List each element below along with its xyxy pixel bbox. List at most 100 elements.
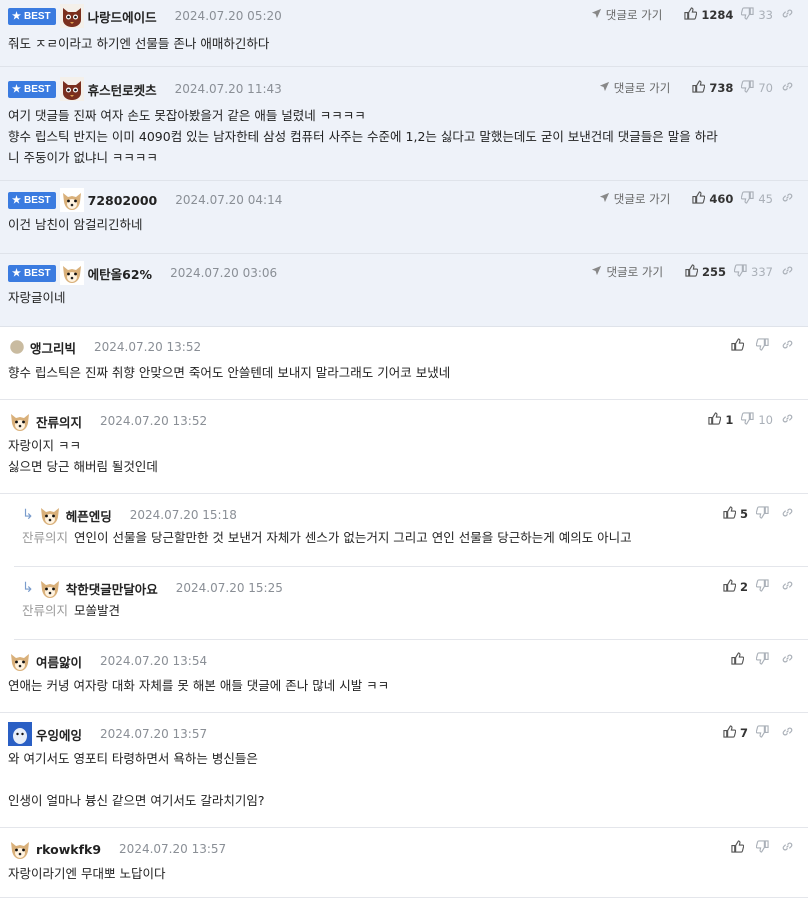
comment-body: 연애는 커녕 여자랑 대화 자체를 못 해본 애들 댓글에 존나 많네 시발 ㅋ… xyxy=(8,675,389,696)
downvote-button[interactable]: 33 xyxy=(741,7,773,23)
comment-text-line: 향수 립스틱 반지는 이미 4090컴 있는 남자한테 삼성 컴퓨터 사주는 수… xyxy=(8,129,718,144)
goto-comment-link[interactable]: 댓글로 가기 xyxy=(599,80,670,96)
reply-arrow-icon: ↳ xyxy=(22,580,34,596)
cat-avatar[interactable] xyxy=(59,77,84,101)
share-link-button[interactable] xyxy=(781,579,798,595)
downvote-button[interactable] xyxy=(755,338,773,354)
share-link-button[interactable] xyxy=(781,264,798,280)
thumbs-down-icon xyxy=(755,338,773,354)
share-link-button[interactable] xyxy=(781,7,798,23)
dog-avatar[interactable] xyxy=(8,837,32,861)
comment-date: 2024.07.20 04:14 xyxy=(175,193,283,207)
goto-comment-link[interactable]: 댓글로 가기 xyxy=(591,7,662,23)
comment-body: 향수 립스틱은 진짜 취향 안맞으면 죽어도 안쓸텐데 보내지 말라그래도 기어… xyxy=(8,362,450,383)
upvote-button[interactable]: 460 xyxy=(692,191,733,207)
downvote-button[interactable] xyxy=(755,506,773,522)
upvote-button[interactable]: 1 xyxy=(708,412,733,428)
star-icon: ★ xyxy=(12,83,21,95)
goto-comment-link[interactable]: 댓글로 가기 xyxy=(591,264,663,280)
nickname[interactable]: 나랑드에이드 xyxy=(88,7,157,26)
comment-list: ★ BEST 나랑드에이드 2024.07.20 05:20 댓글로 가기 1284 33 줘… xyxy=(0,0,808,898)
dot-avatar[interactable] xyxy=(8,338,26,356)
nickname[interactable]: 휴스턴로켓츠 xyxy=(88,80,157,99)
comment-text-line: 싫으면 당근 해버림 될것인데 xyxy=(8,459,158,474)
upvote-count: 1 xyxy=(725,413,734,427)
nickname[interactable]: 잔류의지 xyxy=(36,412,82,431)
comment: 앵그리빅 2024.07.20 13:52 향수 립스틱은 진짜 취향 안맞으면 죽… xyxy=(0,327,808,400)
comment-meta: ↳ 착한댓글만달아요 2024.07.20 15:25 xyxy=(22,576,283,600)
dog-avatar[interactable] xyxy=(59,261,84,285)
comment-text-line: 자랑이라기엔 무대뽀 노답이다 xyxy=(8,866,166,881)
cat-avatar[interactable] xyxy=(59,4,84,28)
comment-text-line: 와 여기서도 영포티 타령하면서 욕하는 병신들은 xyxy=(8,751,258,766)
downvote-button[interactable]: 10 xyxy=(741,412,773,428)
comment-meta: ★ BEST 나랑드에이드 2024.07.20 05:20 xyxy=(8,4,282,28)
upvote-button[interactable] xyxy=(731,652,748,668)
nickname[interactable]: 헤픈엔딩 xyxy=(66,506,112,525)
upvote-button[interactable]: 738 xyxy=(692,80,733,96)
downvote-button[interactable] xyxy=(755,725,773,741)
comment-body: 잔류의지 모쏠발견 xyxy=(22,600,120,621)
thumbs-up-icon xyxy=(692,80,709,96)
goto-comment-link[interactable]: 댓글로 가기 xyxy=(599,191,670,207)
upvote-button[interactable]: 5 xyxy=(723,506,748,522)
comment-meta: 우잉에잉 2024.07.20 13:57 xyxy=(8,722,207,746)
star-icon: ★ xyxy=(12,10,21,22)
star-icon: ★ xyxy=(12,194,21,206)
link-icon xyxy=(781,412,798,428)
downvote-count: 33 xyxy=(758,8,773,22)
downvote-count: 337 xyxy=(751,265,773,279)
downvote-button[interactable] xyxy=(755,579,773,595)
upvote-count: 1284 xyxy=(701,8,734,22)
thumbs-up-icon xyxy=(723,725,740,741)
blue-avatar[interactable] xyxy=(8,722,32,746)
share-link-button[interactable] xyxy=(781,725,798,741)
share-link-button[interactable] xyxy=(781,80,798,96)
upvote-button[interactable]: 7 xyxy=(723,725,748,741)
downvote-button[interactable]: 337 xyxy=(733,264,773,280)
share-link-button[interactable] xyxy=(781,338,798,354)
share-link-button[interactable] xyxy=(781,506,798,522)
nickname[interactable]: rkowkfk9 xyxy=(36,842,101,857)
comment-text-line: 향수 립스틱은 진짜 취향 안맞으면 죽어도 안쓸텐데 보내지 말라그래도 기어… xyxy=(8,365,451,380)
dog-avatar[interactable] xyxy=(8,409,32,433)
comment-meta: ★ BEST 휴스턴로켓츠 2024.07.20 11:43 xyxy=(8,77,282,101)
comment-meta: ↳ 헤픈엔딩 2024.07.20 15:18 xyxy=(22,503,237,527)
mention[interactable]: 잔류의지 xyxy=(22,530,68,545)
upvote-button[interactable] xyxy=(731,840,748,856)
reply-comment: ↳ 헤픈엔딩 2024.07.20 15:18 5 잔류의지 연인이 선물을 당근할만한 … xyxy=(0,494,808,567)
downvote-count: 70 xyxy=(758,81,773,95)
nickname[interactable]: 우잉에잉 xyxy=(36,725,82,744)
upvote-button[interactable]: 255 xyxy=(685,264,726,280)
comment-date: 2024.07.20 05:20 xyxy=(174,9,282,23)
share-link-button[interactable] xyxy=(781,652,798,668)
dog-avatar[interactable] xyxy=(37,503,62,527)
mention[interactable]: 잔류의지 xyxy=(22,603,68,618)
upvote-button[interactable] xyxy=(731,338,748,354)
upvote-count: 7 xyxy=(739,726,748,740)
upvote-button[interactable]: 2 xyxy=(723,579,748,595)
dog-avatar[interactable] xyxy=(37,576,62,600)
thumbs-down-icon xyxy=(741,7,758,23)
nickname[interactable]: 에탄올62% xyxy=(88,264,152,283)
upvote-button[interactable]: 1284 xyxy=(684,7,733,23)
comment-meta: 앵그리빅 2024.07.20 13:52 xyxy=(8,336,201,358)
nickname[interactable]: 앵그리빅 xyxy=(30,338,76,357)
dog-avatar[interactable] xyxy=(59,188,84,212)
comment-text-line: 여기 댓글들 진짜 여자 손도 못잡아봤을거 같은 애들 널렸네 ㅋㅋㅋㅋ xyxy=(8,108,366,123)
nickname[interactable]: 72802000 xyxy=(88,193,158,208)
share-link-button[interactable] xyxy=(781,412,798,428)
downvote-button[interactable]: 70 xyxy=(741,80,773,96)
downvote-button[interactable] xyxy=(755,840,773,856)
comment-text-line: 모쏠발견 xyxy=(74,603,121,618)
nickname[interactable]: 착한댓글만달아요 xyxy=(66,579,158,598)
downvote-button[interactable] xyxy=(755,652,773,668)
share-link-button[interactable] xyxy=(781,840,798,856)
comment-body: 자랑이라기엔 무대뽀 노답이다 xyxy=(8,863,165,884)
comment-date: 2024.07.20 13:57 xyxy=(119,842,227,856)
dog-avatar[interactable] xyxy=(8,649,32,673)
downvote-button[interactable]: 45 xyxy=(741,191,773,207)
share-link-button[interactable] xyxy=(781,191,798,207)
nickname[interactable]: 여름앓이 xyxy=(36,652,82,671)
link-icon xyxy=(781,725,798,741)
